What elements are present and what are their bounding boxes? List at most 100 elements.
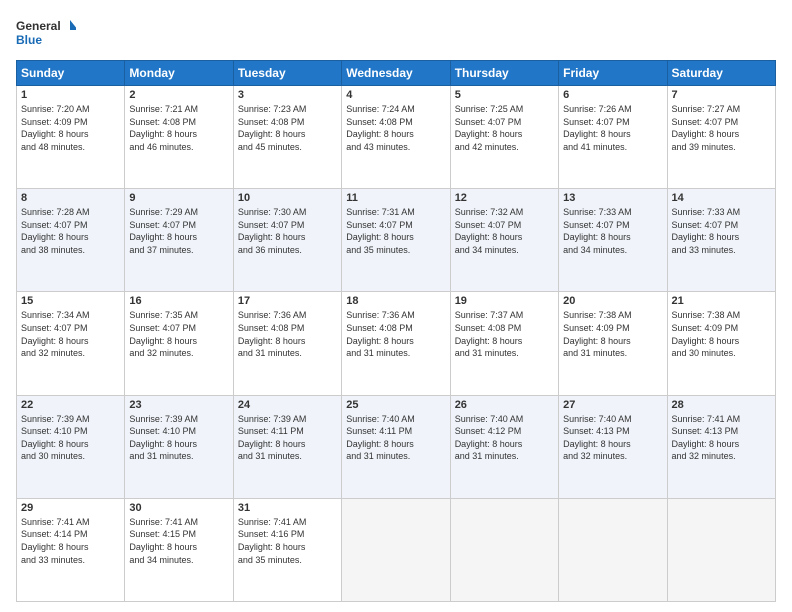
calendar-row-3: 22 Sunrise: 7:39 AMSunset: 4:10 PMDayligh… xyxy=(17,395,776,498)
cell-date-number: 16 xyxy=(129,295,228,307)
cell-line: Daylight: 8 hours xyxy=(455,128,554,141)
cell-line: and 31 minutes. xyxy=(346,450,445,463)
cell-line: Daylight: 8 hours xyxy=(21,541,120,554)
cell-line: Daylight: 8 hours xyxy=(455,231,554,244)
cell-content: Sunrise: 7:40 AMSunset: 4:12 PMDaylight:… xyxy=(455,413,554,463)
cell-line: and 32 minutes. xyxy=(672,450,771,463)
cell-content: Sunrise: 7:23 AMSunset: 4:08 PMDaylight:… xyxy=(238,103,337,153)
cell-line: Daylight: 8 hours xyxy=(129,335,228,348)
cell-content: Sunrise: 7:40 AMSunset: 4:13 PMDaylight:… xyxy=(563,413,662,463)
cell-date-number: 5 xyxy=(455,89,554,101)
cell-line: Sunrise: 7:40 AM xyxy=(346,413,445,426)
cell-date-number: 15 xyxy=(21,295,120,307)
calendar-cell: 27 Sunrise: 7:40 AMSunset: 4:13 PMDayligh… xyxy=(559,395,667,498)
cell-line: and 34 minutes. xyxy=(129,554,228,567)
svg-text:Blue: Blue xyxy=(16,33,42,47)
cell-line: Sunrise: 7:40 AM xyxy=(455,413,554,426)
cell-date-number: 31 xyxy=(238,502,337,514)
cell-date-number: 10 xyxy=(238,192,337,204)
cell-line: Sunset: 4:08 PM xyxy=(455,322,554,335)
cell-date-number: 3 xyxy=(238,89,337,101)
calendar-cell: 16 Sunrise: 7:35 AMSunset: 4:07 PMDayligh… xyxy=(125,292,233,395)
cell-content: Sunrise: 7:26 AMSunset: 4:07 PMDaylight:… xyxy=(563,103,662,153)
cell-date-number: 21 xyxy=(672,295,771,307)
cell-line: Sunset: 4:08 PM xyxy=(129,116,228,129)
cell-line: Sunrise: 7:40 AM xyxy=(563,413,662,426)
col-header-sunday: Sunday xyxy=(17,61,125,86)
cell-date-number: 29 xyxy=(21,502,120,514)
calendar-cell: 19Sunrise: 7:37 AMSunset: 4:08 PMDayligh… xyxy=(450,292,558,395)
calendar-cell: 14 Sunrise: 7:33 AMSunset: 4:07 PMDayligh… xyxy=(667,189,775,292)
header: General Blue xyxy=(16,16,776,52)
cell-line: Daylight: 8 hours xyxy=(21,438,120,451)
cell-content: Sunrise: 7:41 AMSunset: 4:14 PMDaylight:… xyxy=(21,516,120,566)
cell-line: Daylight: 8 hours xyxy=(238,335,337,348)
cell-line: Daylight: 8 hours xyxy=(129,128,228,141)
calendar-table: SundayMondayTuesdayWednesdayThursdayFrid… xyxy=(16,60,776,602)
cell-line: Sunrise: 7:39 AM xyxy=(21,413,120,426)
cell-date-number: 30 xyxy=(129,502,228,514)
cell-content: Sunrise: 7:25 AMSunset: 4:07 PMDaylight:… xyxy=(455,103,554,153)
calendar-cell: 3 Sunrise: 7:23 AMSunset: 4:08 PMDaylight… xyxy=(233,86,341,189)
cell-content: Sunrise: 7:20 AMSunset: 4:09 PMDaylight:… xyxy=(21,103,120,153)
cell-content: Sunrise: 7:31 AMSunset: 4:07 PMDaylight:… xyxy=(346,206,445,256)
cell-line: Sunrise: 7:41 AM xyxy=(238,516,337,529)
cell-line: Sunrise: 7:24 AM xyxy=(346,103,445,116)
calendar-cell: 17Sunrise: 7:36 AMSunset: 4:08 PMDayligh… xyxy=(233,292,341,395)
calendar-cell: 12Sunrise: 7:32 AMSunset: 4:07 PMDayligh… xyxy=(450,189,558,292)
cell-line: and 31 minutes. xyxy=(455,347,554,360)
calendar-cell: 13Sunrise: 7:33 AMSunset: 4:07 PMDayligh… xyxy=(559,189,667,292)
cell-content: Sunrise: 7:39 AMSunset: 4:11 PMDaylight:… xyxy=(238,413,337,463)
calendar-row-1: 8Sunrise: 7:28 AMSunset: 4:07 PMDaylight… xyxy=(17,189,776,292)
cell-line: and 30 minutes. xyxy=(21,450,120,463)
cell-date-number: 11 xyxy=(346,192,445,204)
col-header-monday: Monday xyxy=(125,61,233,86)
calendar-cell: 29 Sunrise: 7:41 AMSunset: 4:14 PMDayligh… xyxy=(17,498,125,601)
cell-line: Sunset: 4:08 PM xyxy=(238,322,337,335)
cell-date-number: 27 xyxy=(563,399,662,411)
cell-line: and 31 minutes. xyxy=(455,450,554,463)
cell-line: Daylight: 8 hours xyxy=(238,541,337,554)
cell-line: Sunrise: 7:41 AM xyxy=(672,413,771,426)
cell-line: Sunset: 4:08 PM xyxy=(238,116,337,129)
cell-line: Sunset: 4:07 PM xyxy=(455,219,554,232)
cell-line: Sunrise: 7:38 AM xyxy=(563,309,662,322)
cell-date-number: 13 xyxy=(563,192,662,204)
cell-date-number: 6 xyxy=(563,89,662,101)
cell-content: Sunrise: 7:41 AMSunset: 4:13 PMDaylight:… xyxy=(672,413,771,463)
cell-line: Daylight: 8 hours xyxy=(129,231,228,244)
page: General Blue SundayMondayTuesdayWednesda… xyxy=(0,0,792,612)
cell-line: Sunset: 4:09 PM xyxy=(21,116,120,129)
cell-line: Daylight: 8 hours xyxy=(563,438,662,451)
cell-line: Daylight: 8 hours xyxy=(455,335,554,348)
cell-date-number: 22 xyxy=(21,399,120,411)
cell-date-number: 9 xyxy=(129,192,228,204)
cell-line: Sunset: 4:15 PM xyxy=(129,528,228,541)
cell-line: Daylight: 8 hours xyxy=(129,541,228,554)
cell-line: Sunset: 4:07 PM xyxy=(129,322,228,335)
cell-line: Sunset: 4:09 PM xyxy=(672,322,771,335)
cell-line: Daylight: 8 hours xyxy=(346,231,445,244)
calendar-cell: 5 Sunrise: 7:25 AMSunset: 4:07 PMDaylight… xyxy=(450,86,558,189)
cell-line: Sunset: 4:11 PM xyxy=(346,425,445,438)
cell-line: Sunrise: 7:36 AM xyxy=(238,309,337,322)
calendar-cell: 31Sunrise: 7:41 AMSunset: 4:16 PMDayligh… xyxy=(233,498,341,601)
cell-content: Sunrise: 7:33 AMSunset: 4:07 PMDaylight:… xyxy=(672,206,771,256)
cell-line: Daylight: 8 hours xyxy=(563,231,662,244)
cell-date-number: 24 xyxy=(238,399,337,411)
cell-content: Sunrise: 7:39 AMSunset: 4:10 PMDaylight:… xyxy=(21,413,120,463)
cell-line: Daylight: 8 hours xyxy=(346,128,445,141)
calendar-cell: 23Sunrise: 7:39 AMSunset: 4:10 PMDayligh… xyxy=(125,395,233,498)
calendar-cell xyxy=(342,498,450,601)
cell-line: Sunset: 4:14 PM xyxy=(21,528,120,541)
col-header-wednesday: Wednesday xyxy=(342,61,450,86)
cell-line: and 38 minutes. xyxy=(21,244,120,257)
cell-date-number: 28 xyxy=(672,399,771,411)
cell-line: Sunset: 4:08 PM xyxy=(346,322,445,335)
cell-date-number: 14 xyxy=(672,192,771,204)
cell-content: Sunrise: 7:35 AMSunset: 4:07 PMDaylight:… xyxy=(129,309,228,359)
cell-line: and 42 minutes. xyxy=(455,141,554,154)
calendar-cell: 9Sunrise: 7:29 AMSunset: 4:07 PMDaylight… xyxy=(125,189,233,292)
cell-line: Daylight: 8 hours xyxy=(455,438,554,451)
cell-date-number: 12 xyxy=(455,192,554,204)
